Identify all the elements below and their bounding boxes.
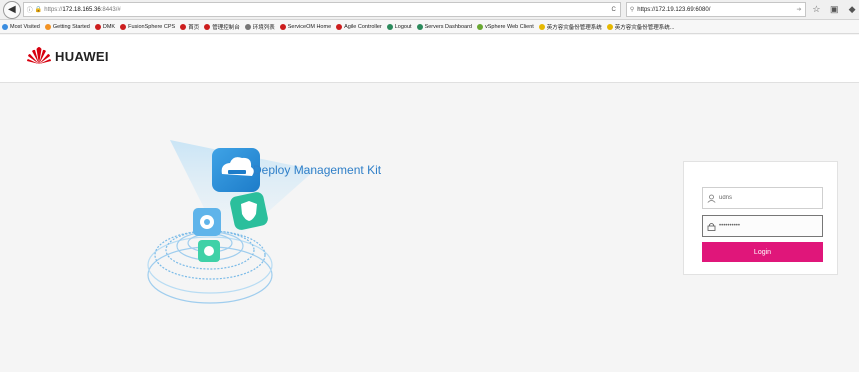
url-prefix: https://: [44, 6, 63, 13]
bookmark-item[interactable]: Getting Started: [44, 23, 90, 30]
bookmark-item[interactable]: 环境列表: [244, 23, 275, 31]
bookmark-favicon-icon: [386, 23, 393, 30]
star-icon[interactable]: ☆: [810, 3, 824, 17]
password-field[interactable]: [702, 215, 823, 237]
back-arrow-icon: ◀: [8, 4, 16, 15]
product-title: Deploy Management Kit: [253, 163, 382, 177]
bookmark-label: Most Visited: [10, 23, 40, 30]
lock-icon: [703, 222, 719, 231]
bookmark-label: 管理控制台: [212, 24, 240, 31]
bookmark-favicon-icon: [538, 23, 545, 30]
lock-icon: 🔒: [34, 7, 43, 13]
back-button[interactable]: ◀: [3, 0, 21, 19]
bookmark-favicon-icon: [606, 23, 613, 30]
bookmark-item[interactable]: 英方容灾备份管理系统...: [606, 23, 675, 31]
bookmark-label: FusionSphere CPS: [128, 23, 176, 30]
bookmark-favicon-icon: [120, 23, 127, 30]
info-icon: ⓘ: [26, 8, 33, 14]
bookmark-favicon-icon: [94, 23, 101, 30]
browser-toolbar: ◀ ⓘ 🔒 https:// 172.18.165.36 :8443/# C ⚲…: [0, 0, 859, 20]
bookmark-item[interactable]: vSphere Web Client: [476, 23, 534, 30]
reload-icon[interactable]: C: [612, 7, 616, 13]
bookmark-label: Getting Started: [52, 23, 90, 30]
bookmark-favicon-icon: [2, 23, 8, 30]
bookmark-favicon-icon: [476, 23, 483, 30]
huawei-flower-icon: [27, 47, 51, 64]
bookmark-label: Servers Dashboard: [424, 23, 472, 30]
login-panel: Login: [683, 161, 838, 275]
shield-icon[interactable]: ◆: [845, 3, 859, 17]
clipboard-icon[interactable]: ▣: [827, 3, 841, 17]
connector-tile: [198, 240, 220, 262]
bookmark-favicon-icon: [204, 23, 211, 30]
bookmark-label: 首页: [188, 24, 200, 31]
bookmarks-bar: Most Visited Getting Started DMK FusionSphe…: [0, 20, 859, 34]
bookmark-item[interactable]: 英方容灾备份管理系统: [538, 23, 602, 31]
url-host: 172.18.165.36: [62, 6, 101, 13]
bookmark-item[interactable]: FusionSphere CPS: [120, 23, 176, 30]
bookmark-item[interactable]: Servers Dashboard: [416, 23, 472, 30]
bookmark-label: vSphere Web Client: [484, 23, 534, 30]
address-bar[interactable]: ⓘ 🔒 https:// 172.18.165.36 :8443/# C: [22, 2, 621, 17]
user-icon: [703, 194, 719, 203]
bookmark-favicon-icon: [336, 23, 343, 30]
bookmark-label: 英方容灾备份管理系统...: [614, 24, 675, 31]
bookmark-item[interactable]: ServiceOM Home: [279, 23, 332, 30]
bookmark-label: 英方容灾备份管理系统: [546, 24, 602, 31]
bookmark-item[interactable]: Most Visited: [2, 23, 40, 30]
search-icon: ⚲: [629, 7, 635, 13]
bookmark-label: 环境列表: [252, 24, 275, 31]
bookmark-item[interactable]: Logout: [386, 23, 412, 30]
bookmark-item[interactable]: 管理控制台: [204, 23, 240, 31]
bookmark-item[interactable]: 首页: [180, 23, 199, 31]
password-input[interactable]: [719, 223, 814, 229]
username-field[interactable]: [702, 187, 823, 209]
huawei-logo: HUAWEI: [27, 47, 109, 65]
bookmark-favicon-icon: [244, 23, 251, 30]
bookmark-favicon-icon: [180, 23, 187, 30]
hero-illustration: [147, 140, 315, 304]
url-rest: :8443/#: [100, 6, 121, 13]
bookmark-item[interactable]: Agile Controller: [336, 23, 382, 30]
go-arrow-icon[interactable]: ➔: [797, 6, 802, 13]
bookmark-favicon-icon: [44, 23, 51, 30]
bookmark-item[interactable]: DMK: [94, 23, 116, 30]
login-button[interactable]: Login: [702, 242, 823, 262]
bookmark-label: Logout: [394, 23, 412, 30]
search-text: https://172.19.123.69:6080/: [637, 6, 711, 13]
bookmark-label: Agile Controller: [344, 23, 382, 30]
brand-name: HUAWEI: [55, 48, 109, 64]
username-input[interactable]: [719, 195, 814, 201]
bookmark-favicon-icon: [279, 23, 286, 30]
app-header: HUAWEI: [0, 35, 859, 83]
gear-tile: [193, 208, 221, 236]
search-bar[interactable]: ⚲ https://172.19.123.69:6080/ ➔: [625, 2, 806, 17]
shield-tile: [230, 192, 268, 230]
bookmark-label: ServiceOM Home: [287, 23, 332, 30]
bookmark-label: DMK: [102, 23, 116, 30]
bookmark-favicon-icon: [416, 23, 423, 30]
